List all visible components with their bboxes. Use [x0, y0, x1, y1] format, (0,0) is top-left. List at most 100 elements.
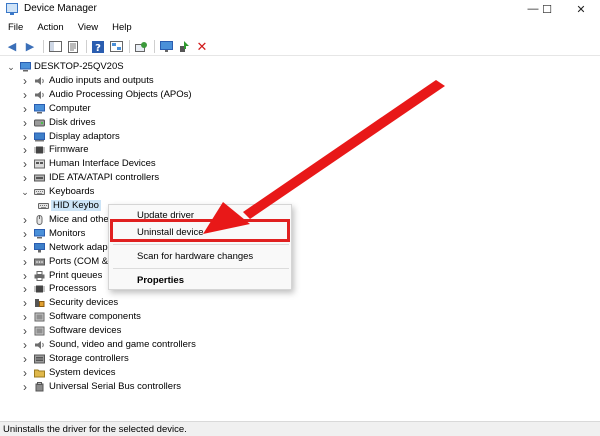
chevron-right-icon[interactable]: ›: [20, 255, 30, 269]
tree-category[interactable]: › Security devices: [0, 296, 260, 310]
tree-category[interactable]: › IDE ATA/ATAPI controllers: [0, 171, 260, 185]
computer-icon: [20, 62, 31, 72]
tree-item-label: Display adaptors: [49, 130, 120, 142]
folder-icon: [34, 368, 45, 378]
toolbar-separator: [86, 40, 87, 53]
tree-item-label: Storage controllers: [49, 352, 129, 364]
toolbar-separator: [43, 40, 44, 53]
tree-root[interactable]: ⌄ DESKTOP-25QV20S: [0, 60, 140, 74]
chevron-right-icon[interactable]: ›: [20, 157, 30, 171]
chevron-right-icon[interactable]: ›: [20, 116, 30, 130]
menu-help[interactable]: Help: [104, 20, 138, 36]
tree-category[interactable]: › Sound, video and game controllers: [0, 338, 260, 352]
chevron-right-icon[interactable]: ›: [20, 143, 30, 157]
properties-menu-item[interactable]: Properties: [137, 275, 184, 286]
tree-category[interactable]: › Human Interface Devices: [0, 157, 260, 171]
tree-category[interactable]: › Universal Serial Bus controllers: [0, 380, 260, 394]
tree-category[interactable]: › System devices: [0, 366, 260, 380]
tree-category[interactable]: › Display adaptors: [0, 130, 260, 144]
chevron-right-icon[interactable]: ›: [20, 74, 30, 88]
status-text: Uninstalls the driver for the selected d…: [3, 424, 187, 435]
tree-category[interactable]: › Firmware: [0, 143, 260, 157]
close-button[interactable]: ✕: [566, 0, 596, 18]
chevron-down-icon[interactable]: ⌄: [6, 60, 16, 74]
chevron-right-icon[interactable]: ›: [20, 88, 30, 102]
properties-sheet-icon[interactable]: [65, 40, 81, 54]
security-icon: [34, 298, 45, 308]
tree-category[interactable]: ⌄ Keyboards: [0, 185, 260, 199]
storage-icon: [34, 354, 45, 364]
printer-icon: [34, 270, 45, 281]
software-icon: [34, 312, 45, 322]
speaker-icon: [34, 340, 45, 350]
mouse-icon: [34, 214, 45, 225]
port-icon: [34, 257, 45, 267]
chevron-down-icon[interactable]: ⌄: [20, 185, 30, 199]
tree-item-label: Sound, video and game controllers: [49, 339, 196, 350]
tree-item-label: Disk drives: [49, 116, 96, 128]
tree-item-label: Universal Serial Bus controllers: [49, 380, 181, 392]
toolbar-separator: [129, 40, 130, 53]
chevron-right-icon[interactable]: ›: [20, 338, 30, 352]
monitor-icon[interactable]: [158, 40, 174, 54]
chevron-right-icon[interactable]: ›: [20, 324, 30, 338]
add-driver-icon[interactable]: [176, 40, 192, 54]
tree-category[interactable]: › Software devices: [0, 324, 260, 338]
title-bar: Device Manager — ☐ ✕: [0, 0, 600, 18]
chevron-right-icon[interactable]: ›: [20, 130, 30, 144]
device-view-icon[interactable]: [108, 40, 124, 54]
disk-icon: [34, 118, 45, 128]
chevron-right-icon[interactable]: ›: [20, 366, 30, 380]
tree-category[interactable]: › Computer: [0, 102, 260, 116]
chevron-right-icon[interactable]: ›: [20, 213, 30, 227]
speaker-icon: [34, 90, 45, 100]
help-icon[interactable]: ?: [90, 40, 106, 54]
tree-category[interactable]: › Audio Processing Objects (APOs): [0, 88, 260, 102]
tree-item-label: Computer: [49, 102, 91, 114]
chevron-right-icon[interactable]: ›: [20, 352, 30, 366]
tree-child-item[interactable]: HID Keybo: [0, 199, 101, 213]
chevron-right-icon[interactable]: ›: [20, 296, 30, 310]
tree-item-label: Firmware: [49, 144, 89, 156]
tree-category[interactable]: › Disk drives: [0, 116, 260, 130]
display-adapter-icon: [34, 132, 45, 142]
tree-category[interactable]: › Audio inputs and outputs: [0, 74, 260, 88]
highlight-box: [110, 219, 290, 242]
tree-category[interactable]: › Software components: [0, 310, 260, 324]
forward-icon[interactable]: ▶: [22, 40, 38, 54]
chevron-right-icon[interactable]: ›: [20, 269, 30, 283]
tree-root-label: DESKTOP-25QV20S: [34, 61, 124, 72]
tree-category[interactable]: › Storage controllers: [0, 352, 260, 366]
uninstall-icon[interactable]: ✕: [194, 39, 210, 54]
keyboard-icon: [34, 187, 45, 197]
chevron-right-icon[interactable]: ›: [20, 171, 30, 185]
chevron-right-icon[interactable]: ›: [20, 241, 30, 255]
chevron-right-icon[interactable]: ›: [20, 380, 30, 394]
tree-item-label: Print queues: [49, 269, 103, 281]
svg-text:?: ?: [95, 43, 101, 53]
tree-item-label: Human Interface Devices: [49, 158, 156, 170]
chevron-right-icon[interactable]: ›: [20, 102, 30, 116]
menu-view[interactable]: View: [70, 20, 104, 36]
chevron-right-icon[interactable]: ›: [20, 227, 30, 241]
scan-hardware-icon[interactable]: [133, 40, 149, 54]
monitor-icon: [34, 103, 45, 114]
software-icon: [34, 326, 45, 336]
back-icon[interactable]: ◀: [4, 40, 20, 54]
show-hide-tree-icon[interactable]: [47, 40, 63, 54]
chevron-right-icon[interactable]: ›: [20, 310, 30, 324]
controller-icon: [34, 173, 45, 183]
tree-item-label: Processors: [49, 283, 97, 295]
menu-separator: [113, 244, 289, 245]
usb-icon: [34, 381, 45, 392]
scan-hardware-menu-item[interactable]: Scan for hardware changes: [137, 251, 253, 262]
menu-separator: [113, 268, 289, 269]
menu-action[interactable]: Action: [29, 20, 69, 36]
menu-file[interactable]: File: [0, 20, 29, 36]
menu-bar: File Action View Help: [0, 20, 138, 36]
maximize-button[interactable]: ☐: [532, 0, 562, 18]
chevron-right-icon[interactable]: ›: [20, 282, 30, 296]
device-tree: ⌄ DESKTOP-25QV20S › Audio inputs and outp…: [0, 58, 600, 420]
toolbar: ◀ ▶ ? ✕: [0, 38, 600, 56]
tree-item-label: Software devices: [49, 325, 122, 337]
